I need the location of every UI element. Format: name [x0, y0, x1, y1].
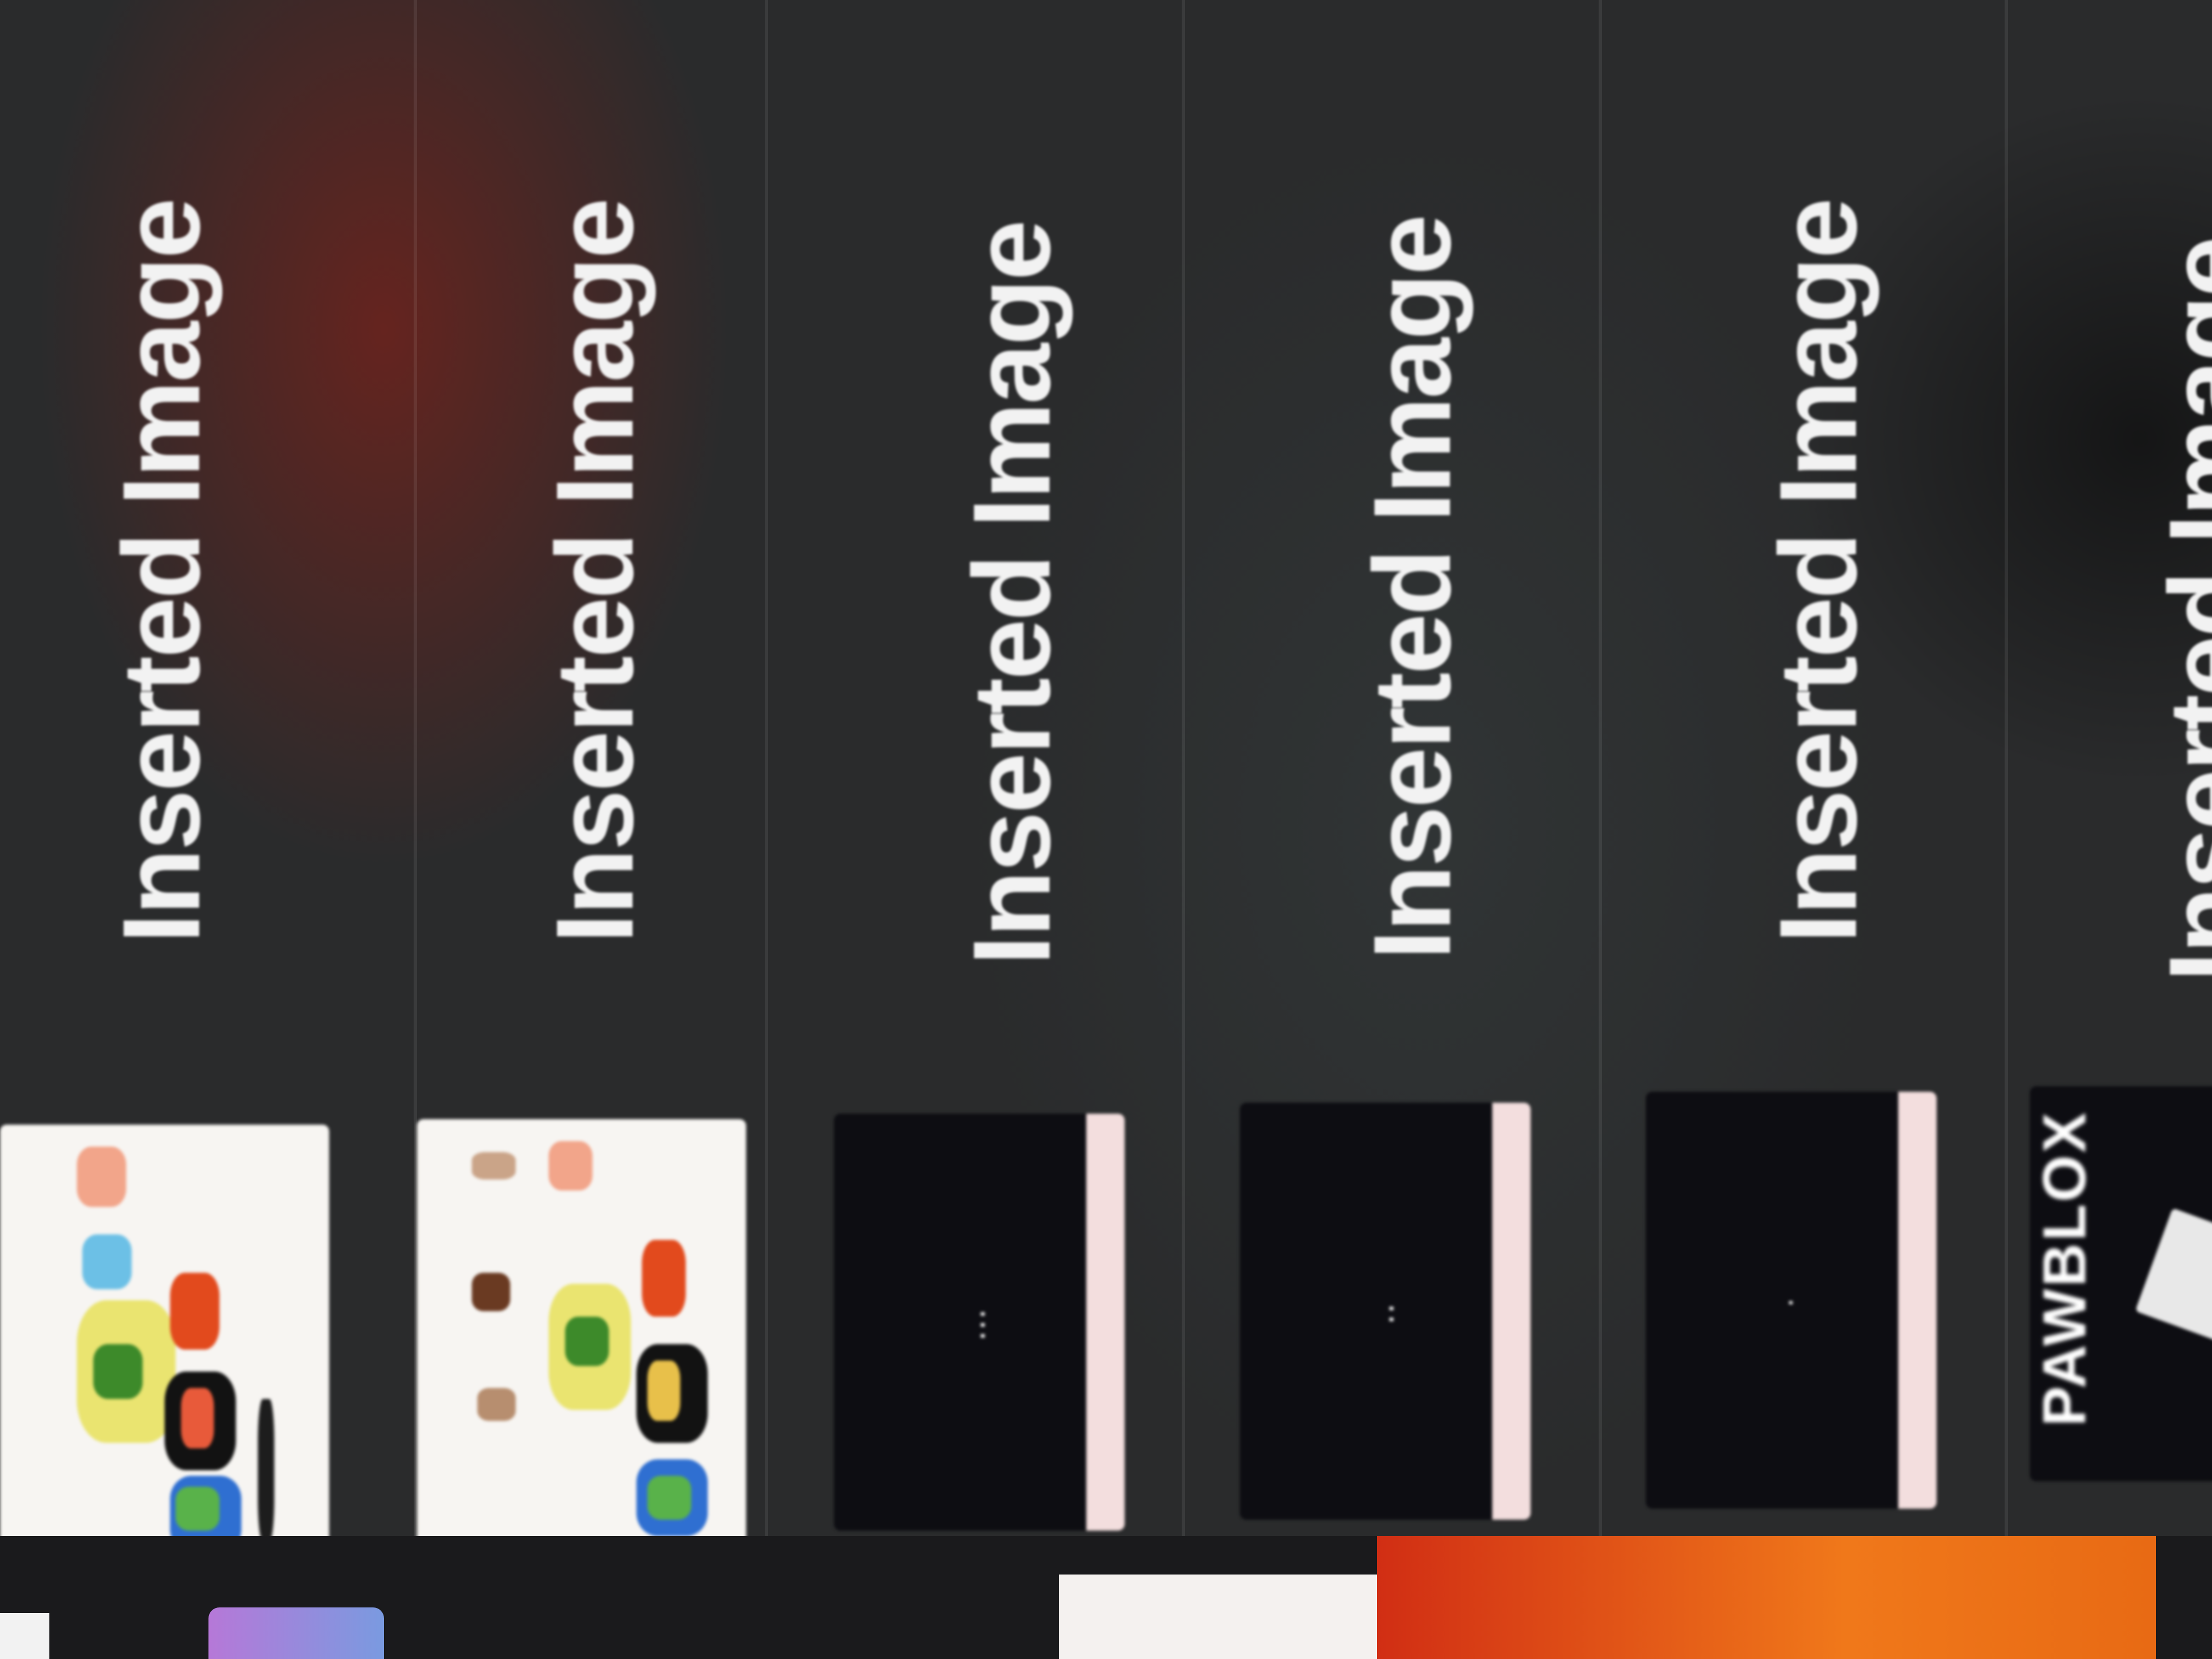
thumbnail-art [0, 1613, 49, 1659]
thumbnail-art [77, 1147, 126, 1207]
thumbnail-art [258, 1399, 274, 1542]
thumbnail-art [472, 1152, 516, 1180]
item-label: Inserted Image [1351, 216, 1474, 960]
thumbnail-art [642, 1240, 686, 1317]
pawblox-logo: PAWBLOX [2031, 1110, 2098, 1426]
item-label: Inserted Image [100, 200, 223, 944]
list-item[interactable]: Inserted Image [351, 0, 768, 1659]
thumbnail-art [93, 1344, 143, 1399]
list-item[interactable]: Inserted Image ⋯ [768, 0, 1185, 1659]
list-item[interactable]: Inserted Image PAWBLOX [1986, 0, 2212, 1659]
thumbnail-art [208, 1607, 384, 1659]
thumbnail-art [1377, 1536, 2156, 1659]
item-label: Inserted Image [1757, 200, 1880, 944]
thumbnail-strip [1492, 1103, 1531, 1520]
item-label: Inserted Image [534, 200, 656, 944]
thumbnail-art [82, 1234, 132, 1289]
thumbnail-art [565, 1317, 609, 1366]
ellipsis-icon: ⋯ [963, 1308, 1000, 1341]
image-thumbnail[interactable]: ⋯ [834, 1114, 1125, 1531]
list-item[interactable]: Inserted Image ‥ [1185, 0, 1602, 1659]
thumbnail-art [549, 1141, 592, 1190]
thumbnail-art [1059, 1575, 1377, 1659]
item-label: Inserted Image [951, 222, 1073, 966]
image-thumbnail[interactable] [0, 1125, 329, 1564]
ellipsis-icon: ‥ [1364, 1302, 1401, 1325]
thumbnail-art [647, 1361, 680, 1421]
bottom-strip [0, 1536, 2212, 1659]
image-thumbnail[interactable] [417, 1119, 746, 1553]
thumbnail-art [181, 1388, 214, 1448]
thumbnail-art [472, 1273, 510, 1311]
image-thumbnail[interactable]: PAWBLOX [2030, 1086, 2212, 1481]
image-thumbnail[interactable]: ‥ [1240, 1103, 1531, 1520]
thumbnail-art [477, 1388, 516, 1421]
image-thumbnail[interactable]: · [1646, 1092, 1937, 1509]
image-list-panel: Inserted Image Inserted Image Inserted I… [0, 0, 2212, 1659]
thumbnail-art [647, 1476, 691, 1520]
item-label: Inserted Image [2147, 238, 2212, 982]
ellipsis-icon: · [1770, 1297, 1807, 1308]
thumbnail-strip [1086, 1114, 1125, 1531]
thumbnail-art [176, 1487, 219, 1531]
list-item[interactable]: Inserted Image · [1591, 0, 2008, 1659]
roblox-logo-icon [2135, 1207, 2212, 1349]
thumbnail-strip [1898, 1092, 1937, 1509]
thumbnail-art [170, 1273, 219, 1350]
